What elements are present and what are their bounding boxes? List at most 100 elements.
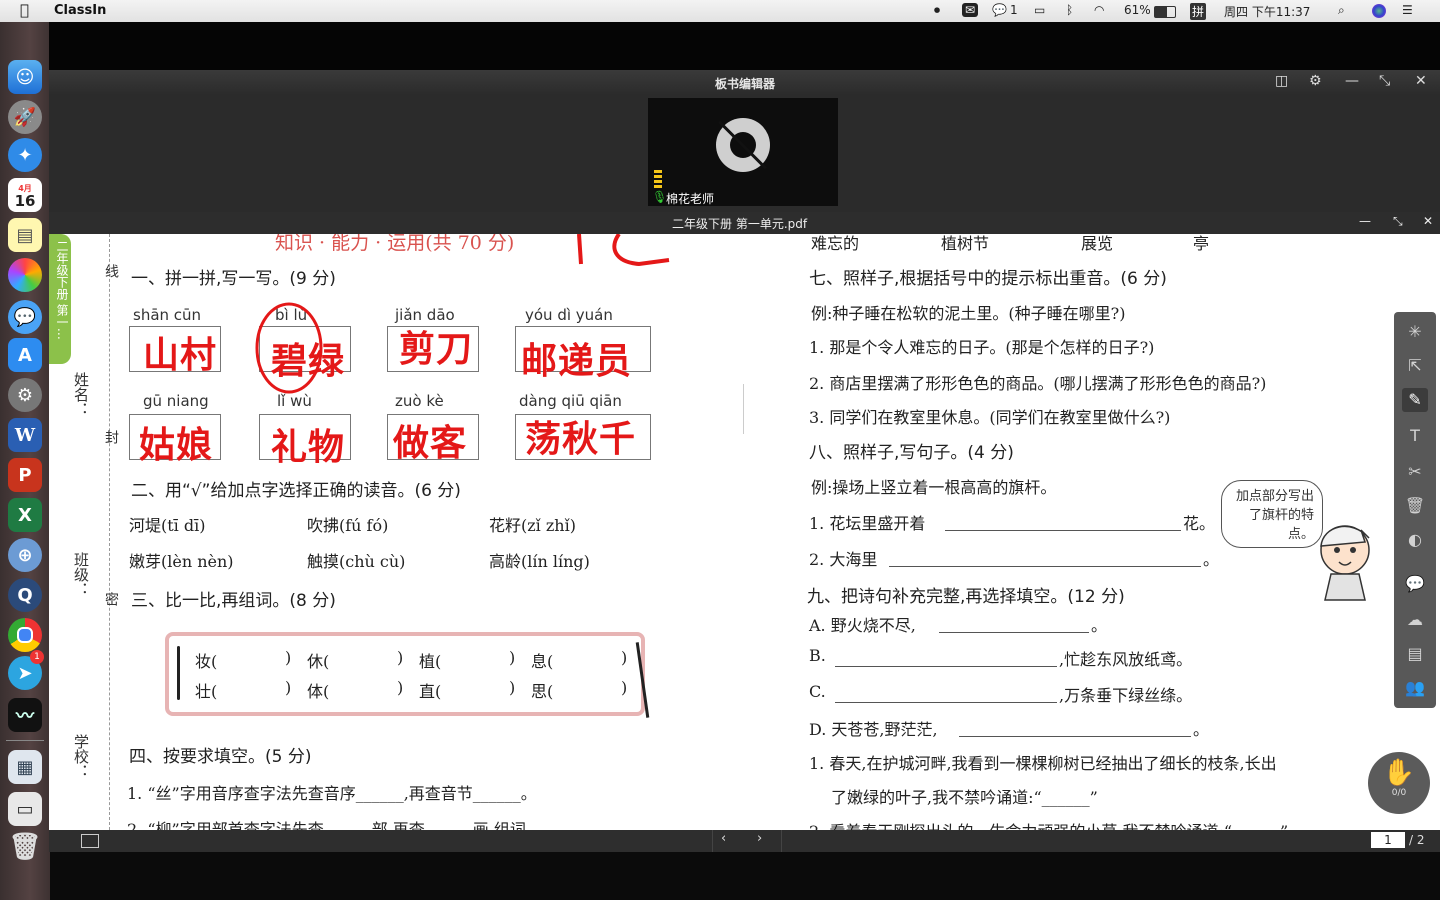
wechat-icon[interactable]: 💬 bbox=[992, 3, 1007, 17]
cloud-icon[interactable]: ☁ bbox=[1402, 608, 1428, 632]
s9-question-1: 1. 春天,在护城河畔,我看到一棵棵柳树已经抽出了细长的枝条,长出 bbox=[809, 754, 1277, 773]
pdf-minimize-icon[interactable]: — bbox=[1359, 214, 1371, 228]
s3-r2-a-close: ) bbox=[285, 678, 292, 697]
apple-icon[interactable]:  bbox=[20, 1, 29, 19]
finder-icon[interactable]: ☺ bbox=[8, 60, 42, 94]
section-4-title: 四、按要求填空。(5 分) bbox=[129, 747, 312, 767]
safari-icon[interactable]: ✦ bbox=[8, 138, 42, 172]
thumbnail-toggle-icon[interactable] bbox=[81, 834, 99, 848]
battery-icon[interactable] bbox=[1154, 6, 1176, 18]
siri-icon[interactable] bbox=[1372, 4, 1386, 18]
telegram-badge: 1 bbox=[30, 650, 44, 664]
app-menu[interactable]: ClassIn bbox=[54, 3, 106, 18]
document-icon[interactable]: ▦ bbox=[8, 750, 42, 784]
s3-r1-d: 息( bbox=[531, 652, 554, 671]
menu-bar:  ClassIn ⏺ ✉ 💬 1 ▭ ᛒ ◠ 61% 拼 周四 下午11:37… bbox=[0, 0, 1440, 23]
s7-example: 例:种子睡在松软的泥土里。(种子睡在哪里?) bbox=[811, 304, 1126, 323]
s9-b-blank[interactable] bbox=[835, 666, 1057, 667]
teacher-video-tile[interactable]: 🎙 棉花老师 bbox=[648, 98, 838, 206]
s9-c-blank[interactable] bbox=[835, 702, 1057, 703]
s8-q2-blank[interactable] bbox=[889, 566, 1201, 567]
pinyin-1: shān cūn bbox=[133, 306, 202, 324]
s8-q1-blank[interactable] bbox=[945, 530, 1181, 531]
section-3-title: 三、比一比,再组词。(8 分) bbox=[131, 591, 336, 611]
airplay-icon[interactable]: ▭ bbox=[1034, 3, 1045, 17]
text-tool-icon[interactable]: T bbox=[1402, 424, 1428, 448]
network-icon[interactable]: ⊕ bbox=[8, 538, 42, 572]
pdf-restore-icon[interactable]: ⤡ bbox=[1393, 214, 1403, 229]
classin-icon[interactable]: 〰 bbox=[8, 698, 42, 732]
raise-hand-button[interactable]: ✋ 0/0 bbox=[1368, 752, 1430, 814]
s7-item-3: 3. 同学们在教室里休息。(同学们在教室里做什么?) bbox=[809, 408, 1171, 427]
s9-a-blank[interactable] bbox=[939, 632, 1089, 633]
chrome-icon[interactable] bbox=[8, 618, 42, 652]
section-9-title: 九、把诗句补充完整,再选择填空。(12 分) bbox=[807, 587, 1125, 607]
s7-item-1: 1. 那是个令人难忘的日子。(那是个怎样的日子?) bbox=[809, 338, 1155, 357]
s3-r1-b-close: ) bbox=[397, 648, 404, 667]
page-number-input[interactable]: 1 bbox=[1371, 832, 1405, 848]
pdf-bottom-bar: ‹ › 1 / 2 bbox=[49, 830, 1440, 852]
app-top-area bbox=[49, 22, 1440, 70]
toggle-icon[interactable]: ◐ bbox=[1402, 528, 1428, 552]
downloads-icon[interactable]: ▭ bbox=[8, 792, 42, 826]
calendar-icon[interactable]: 4月 16 bbox=[8, 178, 42, 212]
clock[interactable]: 周四 下午11:37 bbox=[1224, 3, 1310, 20]
delete-icon[interactable]: 🗑 bbox=[1402, 494, 1428, 518]
s4-question-2: 2. “柳”字用部首查字法先查______部,再查______画,组词_____… bbox=[127, 820, 590, 830]
next-page-icon[interactable]: › bbox=[757, 831, 762, 846]
notes-icon[interactable]: ▤ bbox=[8, 218, 42, 252]
bluetooth-icon[interactable]: ᛒ bbox=[1066, 3, 1073, 17]
wechat-badge: 1 bbox=[1010, 3, 1018, 17]
s9-d-blank[interactable] bbox=[959, 736, 1191, 737]
pen-tool-icon[interactable]: ✎ bbox=[1402, 388, 1428, 412]
s3-r1-a: 妆( bbox=[195, 652, 218, 671]
spotlight-icon[interactable]: ⌕ bbox=[1338, 3, 1345, 18]
system-preferences-icon[interactable]: ⚙ bbox=[8, 378, 42, 412]
mail-icon[interactable]: ✉ bbox=[962, 3, 979, 17]
laser-pointer-icon[interactable]: ✳ bbox=[1402, 320, 1428, 344]
section-7-title: 七、照样子,根据括号中的提示标出重音。(6 分) bbox=[809, 269, 1167, 289]
restore-icon[interactable]: ⤡ bbox=[1379, 73, 1390, 89]
scissors-icon[interactable]: ✂ bbox=[1402, 460, 1428, 484]
settings-icon[interactable]: ⚙ bbox=[1309, 73, 1322, 89]
s8-q2-start: 2. 大海里 bbox=[809, 550, 878, 569]
s3-r2-b: 体( bbox=[307, 682, 330, 701]
annotation-toolbar: ✳ ⇱ ✎ T ✂ 🗑 ◐ 💬 ☁ ▤ 👥 bbox=[1394, 312, 1436, 708]
pdf-page[interactable]: 二年级下册 第一… 线 封 密 姓名： 班级： 学校： 知识 · 能力 · 运用… bbox=[49, 234, 1440, 830]
s2-item-1: 河堤(tī dī) bbox=[129, 516, 206, 535]
wifi-icon[interactable]: ◠ bbox=[1094, 3, 1104, 17]
excel-icon[interactable]: X bbox=[8, 498, 42, 532]
minimize-icon[interactable]: — bbox=[1345, 73, 1359, 89]
users-icon[interactable]: 👥 bbox=[1402, 676, 1428, 700]
s3-r2-d-close: ) bbox=[621, 678, 628, 697]
word-icon[interactable]: W bbox=[8, 418, 42, 452]
photos-icon[interactable] bbox=[8, 258, 42, 292]
pdf-close-icon[interactable]: ✕ bbox=[1423, 214, 1433, 228]
app-store-icon[interactable]: A bbox=[8, 338, 42, 372]
input-method[interactable]: 拼 bbox=[1190, 3, 1207, 20]
answer-6: 礼物 bbox=[271, 427, 346, 468]
toolbox-icon[interactable]: ▤ bbox=[1402, 642, 1428, 666]
teacher-name: 棉花老师 bbox=[666, 192, 715, 206]
comment-icon[interactable]: 💬 bbox=[1402, 572, 1428, 596]
answer-7: 做客 bbox=[393, 423, 468, 464]
powerpoint-icon[interactable]: P bbox=[8, 458, 42, 492]
s9-b: B. bbox=[809, 646, 826, 665]
window-title: 板书编辑器 bbox=[715, 77, 776, 91]
pinyin-4: yóu dì yuán bbox=[525, 306, 613, 324]
launchpad-icon[interactable]: 🚀 bbox=[8, 100, 42, 134]
camera-off-icon bbox=[716, 118, 770, 172]
side-tab-label: 二年级下册 第一… bbox=[55, 240, 69, 340]
messages-icon[interactable]: 💬 bbox=[8, 300, 42, 334]
quicktime-icon[interactable]: Q bbox=[8, 578, 42, 612]
compare-box bbox=[165, 632, 645, 716]
layout-icon[interactable]: ◫ bbox=[1275, 73, 1288, 89]
close-icon[interactable]: ✕ bbox=[1415, 73, 1427, 89]
trash-icon[interactable]: 🗑 bbox=[8, 830, 42, 864]
mic-icon: 🎙 bbox=[652, 190, 668, 204]
notification-center-icon[interactable]: ☰ bbox=[1402, 3, 1413, 17]
record-icon[interactable]: ⏺ bbox=[934, 3, 940, 18]
prev-page-icon[interactable]: ‹ bbox=[721, 831, 726, 846]
s3-r1-c: 植( bbox=[419, 652, 442, 671]
select-move-icon[interactable]: ⇱ bbox=[1402, 354, 1428, 378]
